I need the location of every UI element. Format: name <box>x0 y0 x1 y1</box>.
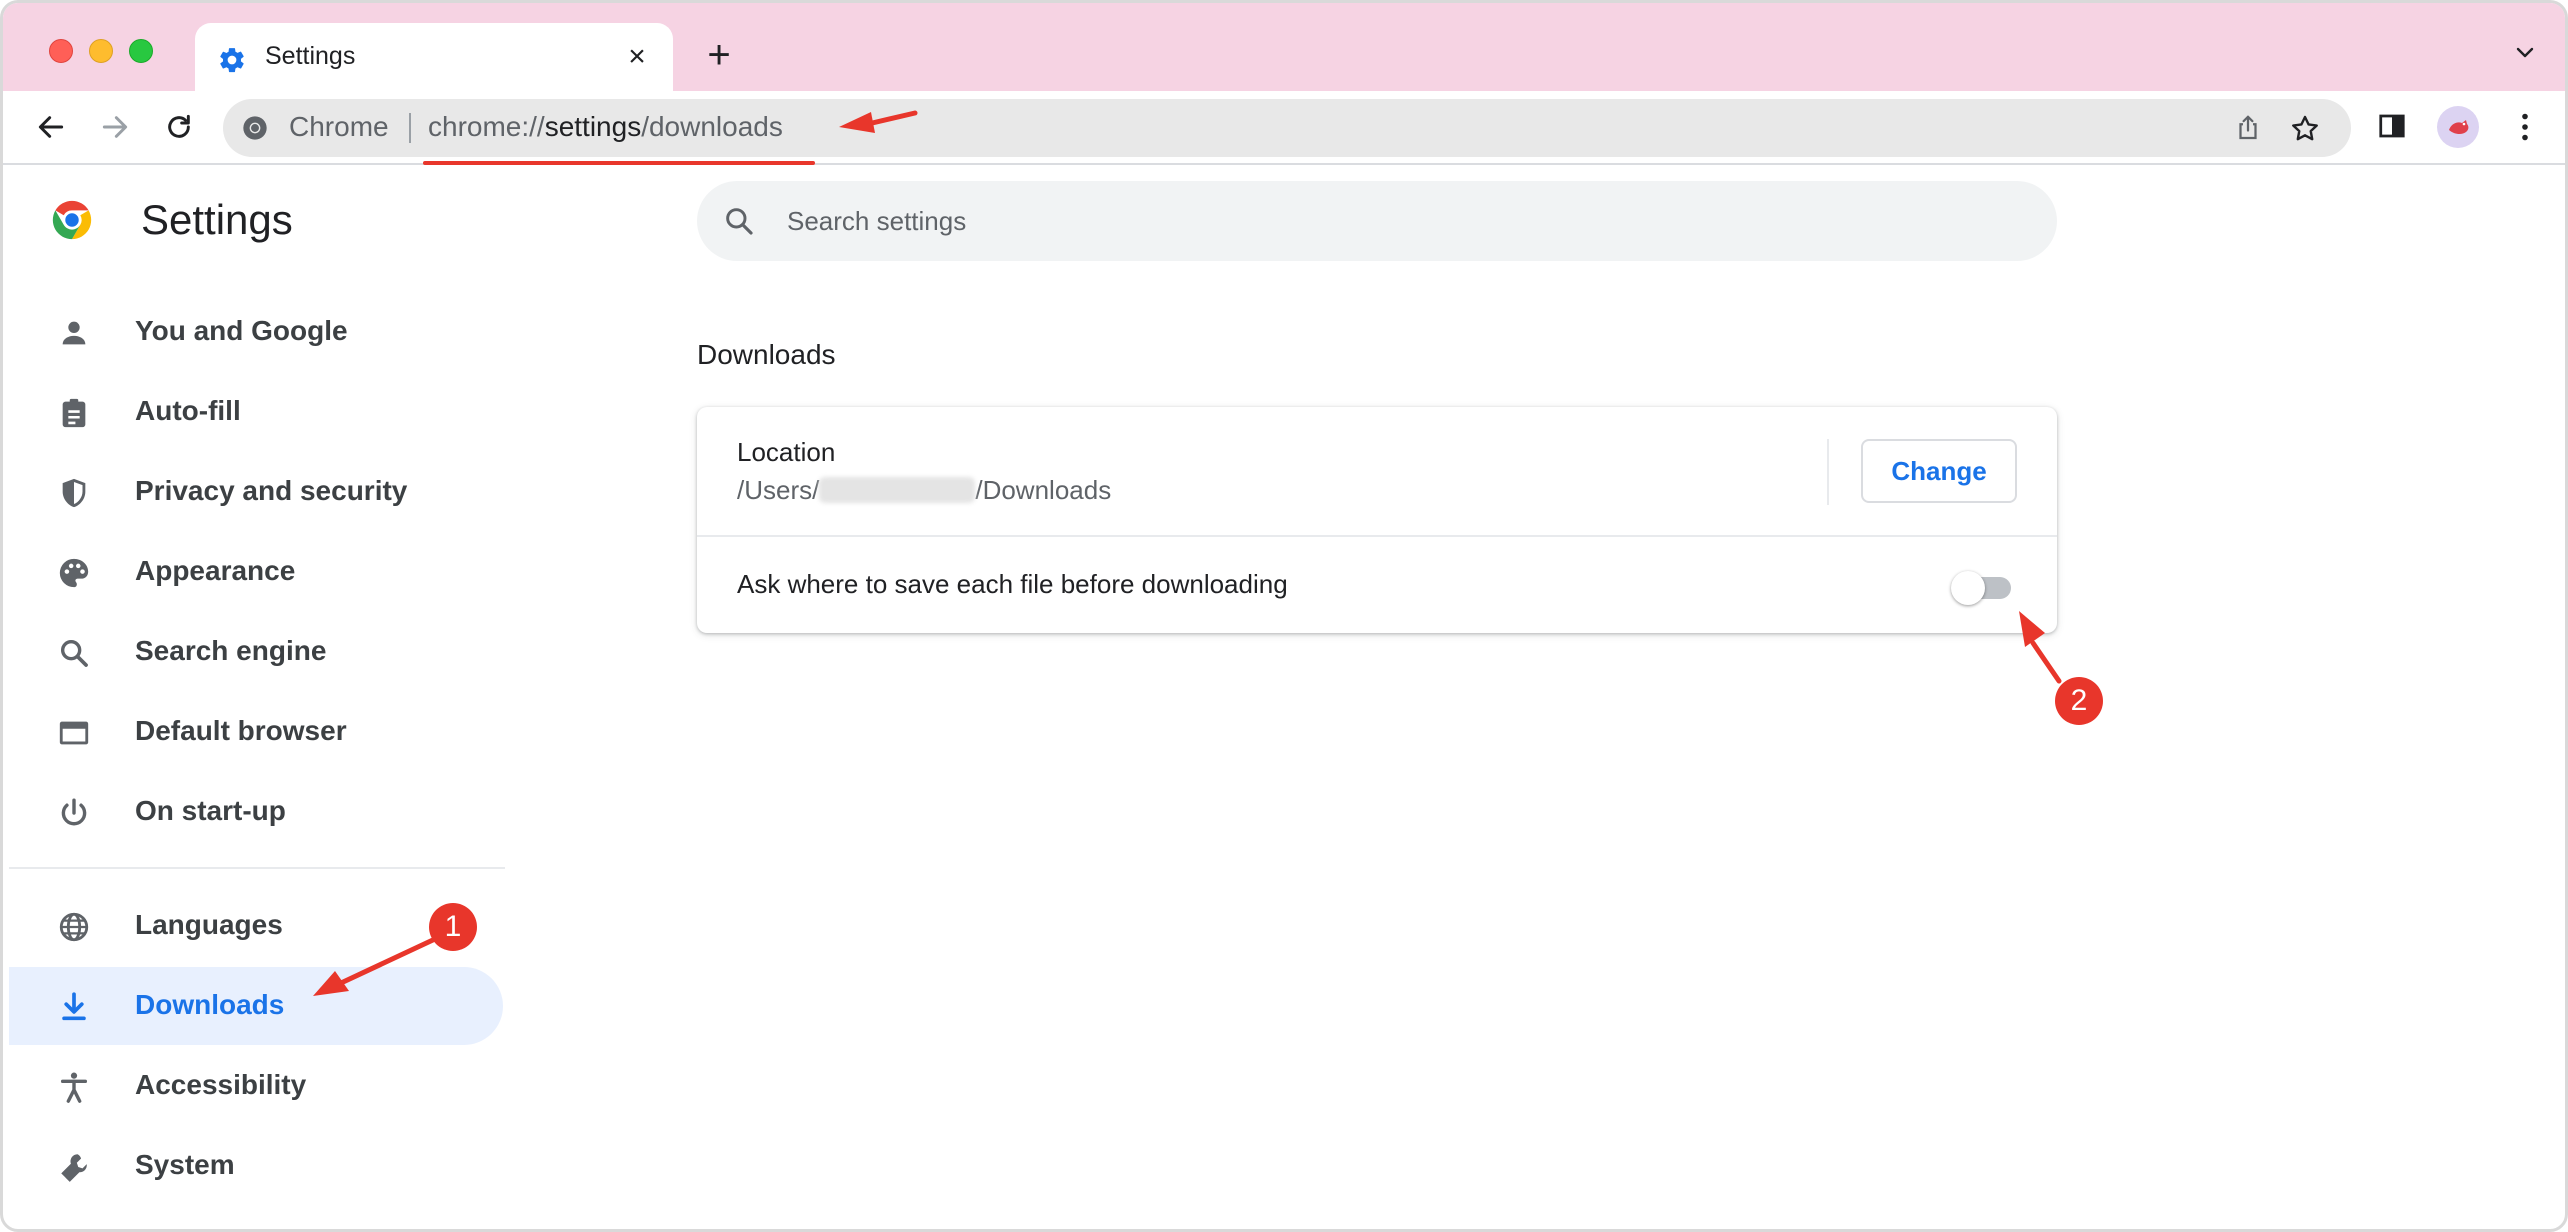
tab-strip: Settings × + <box>3 3 2565 93</box>
maximize-window-button[interactable] <box>129 39 153 63</box>
globe-icon <box>59 912 89 942</box>
star-icon[interactable] <box>2289 113 2321 145</box>
sidebar-item-appearance[interactable]: Appearance <box>9 533 503 611</box>
bird-icon <box>2449 120 2469 135</box>
sidebar-item-default-browser[interactable]: Default browser <box>9 693 503 771</box>
omnibox-chip-label: Chrome <box>289 111 389 142</box>
sidebar-item-label: On start-up <box>135 795 286 826</box>
chrome-icon <box>243 116 267 140</box>
close-window-button[interactable] <box>49 39 73 63</box>
back-button[interactable] <box>29 105 73 149</box>
url-text[interactable]: chrome://settings/downloads <box>428 111 783 143</box>
reload-button[interactable] <box>157 105 201 149</box>
arrow-left-icon <box>38 116 64 138</box>
sidebar-item-label: Privacy and security <box>135 475 408 506</box>
search-icon <box>60 639 88 667</box>
location-path-suffix: /Downloads <box>975 475 1112 505</box>
profile-avatar[interactable] <box>2437 106 2479 148</box>
sidebar-item-downloads[interactable]: Downloads <box>9 967 503 1045</box>
tab-title: Settings <box>265 42 356 70</box>
omnibox-separator <box>409 113 411 143</box>
url-path: /downloads <box>641 111 783 142</box>
clipboard-icon <box>62 398 86 428</box>
row-divider <box>697 535 2057 537</box>
sidebar-item-on-start-up[interactable]: On start-up <box>9 773 503 851</box>
reload-icon <box>168 114 190 138</box>
side-panel-icon[interactable] <box>2377 111 2407 141</box>
downloads-settings-card: Location /Users/ /Downloads Change Ask wh… <box>697 407 2057 633</box>
sidebar-item-label: System <box>135 1149 235 1180</box>
chrome-logo <box>52 200 92 240</box>
chevron-down-icon[interactable] <box>2513 41 2537 65</box>
sidebar-item-label: Accessibility <box>135 1069 307 1100</box>
shield-icon <box>62 478 86 508</box>
annotation-badge-1: 1 <box>429 903 477 951</box>
ask-where-to-save-label: Ask where to save each file before downl… <box>737 569 1288 599</box>
close-tab-button[interactable]: × <box>621 39 653 75</box>
page-title: Settings <box>141 196 293 243</box>
search-input[interactable] <box>787 199 1987 243</box>
sidebar-item-search-engine[interactable]: Search engine <box>9 613 503 691</box>
redacted-username <box>819 477 976 503</box>
annotation-badge-2: 2 <box>2055 677 2103 725</box>
browser-window: Settings × + Chrome chrome://settings/do… <box>0 0 2568 1232</box>
sidebar-item-label: Languages <box>135 909 283 940</box>
url-host: settings <box>544 111 642 142</box>
more-menu-icon[interactable] <box>2511 109 2539 145</box>
sidebar-item-label: Auto-fill <box>135 395 241 426</box>
new-tab-button[interactable]: + <box>699 33 739 77</box>
location-label: Location <box>737 437 836 467</box>
toolbar: Chrome chrome://settings/downloads <box>3 91 2565 165</box>
sidebar-item-accessibility[interactable]: Accessibility <box>9 1047 503 1125</box>
search-settings-box[interactable] <box>697 181 2057 261</box>
vertical-divider <box>1827 439 1829 505</box>
sidebar-item-you-and-google[interactable]: You and Google <box>9 293 503 371</box>
power-icon <box>61 798 87 826</box>
accessibility-icon <box>60 1072 88 1103</box>
ask-where-to-save-toggle[interactable] <box>1951 571 2013 605</box>
gear-icon <box>220 48 244 73</box>
sidebar-item-auto-fill[interactable]: Auto-fill <box>9 373 503 451</box>
sidebar-item-system[interactable]: System <box>9 1127 503 1205</box>
share-icon[interactable] <box>2233 113 2263 143</box>
url-scheme: chrome:// <box>428 111 545 142</box>
change-location-button[interactable]: Change <box>1861 439 2017 503</box>
sidebar-item-label: Appearance <box>135 555 296 586</box>
wrench-icon <box>61 1154 87 1182</box>
location-path: /Users/ /Downloads <box>737 475 1111 506</box>
sidebar-divider <box>9 867 505 869</box>
forward-button[interactable] <box>93 105 137 149</box>
section-title-downloads: Downloads <box>697 339 836 370</box>
sidebar-item-label: Default browser <box>135 715 347 746</box>
minimize-window-button[interactable] <box>89 39 113 63</box>
person-icon <box>62 321 86 345</box>
arrow-right-icon <box>102 116 128 138</box>
palette-icon <box>59 558 89 588</box>
toggle-knob <box>1951 571 1985 605</box>
sidebar-item-label: Downloads <box>135 989 285 1020</box>
sidebar-item-label: You and Google <box>135 315 348 346</box>
location-path-prefix: /Users/ <box>737 475 820 505</box>
download-icon <box>62 992 86 1021</box>
browser-window-icon <box>59 721 89 745</box>
sidebar-item-privacy[interactable]: Privacy and security <box>9 453 503 531</box>
search-icon <box>726 208 753 235</box>
tab-settings[interactable]: Settings × <box>195 23 673 93</box>
address-bar[interactable]: Chrome chrome://settings/downloads <box>223 99 2351 157</box>
sidebar-item-label: Search engine <box>135 635 327 666</box>
